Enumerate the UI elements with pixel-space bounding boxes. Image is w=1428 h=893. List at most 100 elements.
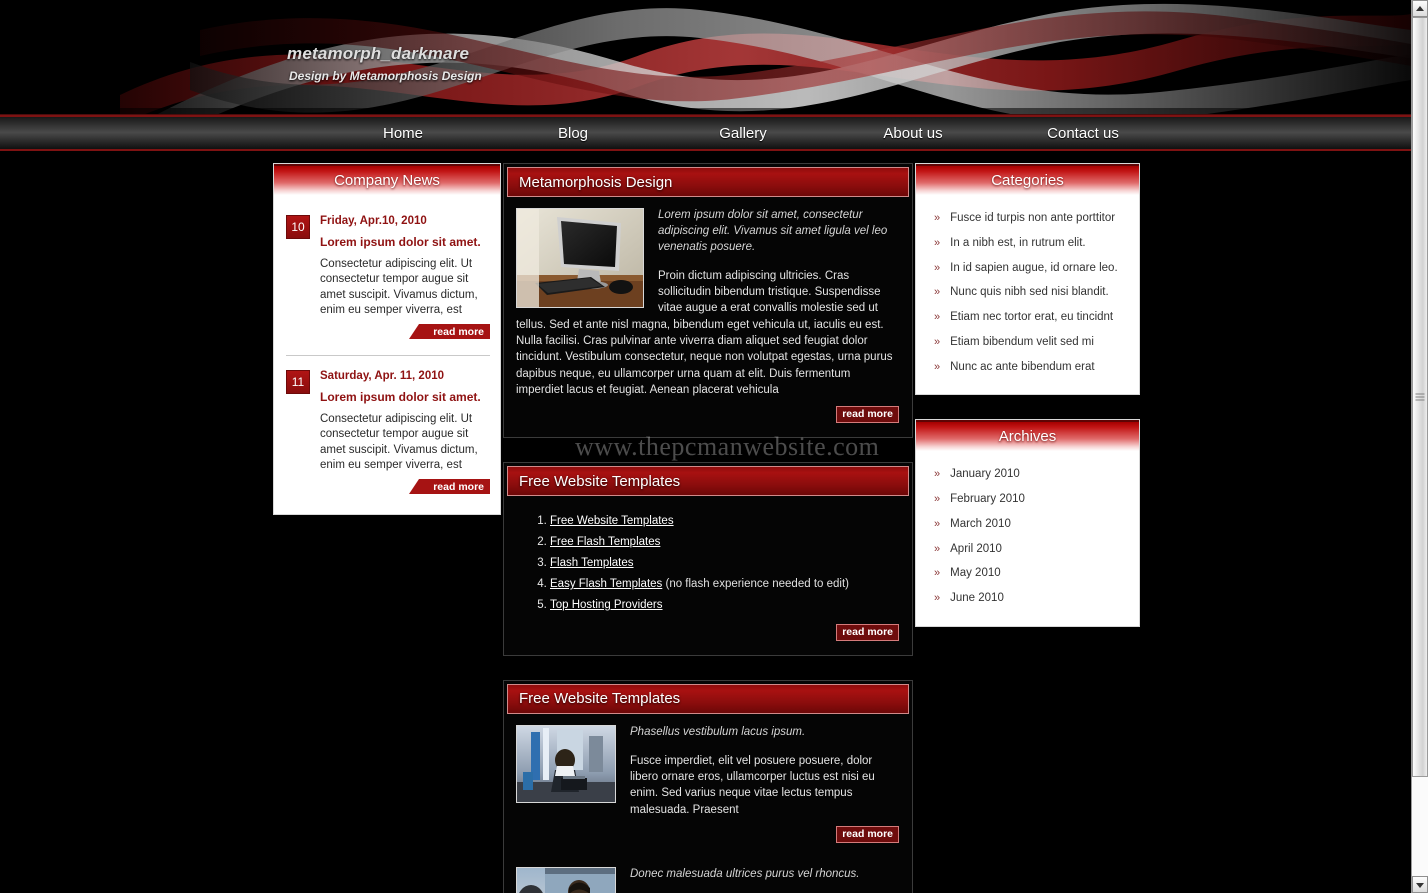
chevron-right-icon: » [934,468,941,481]
nav-item-gallery[interactable]: Gallery [658,125,828,142]
nav-item-contact-us[interactable]: Contact us [998,125,1168,142]
category-link[interactable]: Fusce id turpis non ante porttitor [950,212,1115,224]
list-item[interactable]: » In id sapien augue, id ornare leo. [928,257,1129,282]
news-row: 11 Saturday, Apr. 11, 2010 Lorem ipsum d… [286,370,490,473]
news-item: 11 Saturday, Apr. 11, 2010 Lorem ipsum d… [286,355,490,500]
news-title: Lorem ipsum dolor sit amet. [320,235,481,249]
nav-item-home[interactable]: Home [318,125,488,142]
list-item[interactable]: Flash Templates [550,553,900,574]
company-news-panel: Company News 10 Friday, Apr.10, 2010 Lor… [273,163,501,516]
category-link[interactable]: In a nibh est, in rutrum elit. [950,237,1086,249]
templates-box-heading: Free Website Templates [519,690,681,708]
nav-item-about-us[interactable]: About us [828,125,998,142]
browser-viewport: metamorph_darkmare Design by Metamorphos… [0,0,1411,893]
news-read-more-link[interactable]: read more [409,479,490,495]
brand-block: metamorph_darkmare Design by Metamorphos… [287,44,482,83]
nav-link-about-us[interactable]: About us [828,125,998,142]
list-item[interactable]: » Nunc ac ante bibendum erat [928,356,1129,381]
categories-panel: Categories » Fusce id turpis non ante por… [915,163,1140,396]
templates-link-list: Free Website Templates Free Flash Templa… [550,511,900,616]
archive-link[interactable]: January 2010 [950,468,1020,480]
list-item[interactable]: Free Website Templates [550,511,900,532]
list-item[interactable]: » In a nibh est, in rutrum elit. [928,232,1129,257]
chevron-right-icon: » [934,261,941,274]
archives-panel: Archives » January 2010 » February 2010 » M… [915,419,1140,627]
nav-link-home[interactable]: Home [318,125,488,142]
caret-up-icon [1416,5,1424,11]
nav-link-gallery[interactable]: Gallery [658,125,828,142]
chevron-right-icon: » [934,542,941,555]
link-free-flash-templates[interactable]: Free Flash Templates [550,536,660,548]
archive-link[interactable]: February 2010 [950,493,1025,505]
scrollbar-thumb[interactable] [1412,17,1428,777]
nav-link-contact-us[interactable]: Contact us [998,125,1168,142]
list-item[interactable]: » March 2010 [928,513,1129,538]
entry-read-more-button[interactable]: read more [836,826,899,844]
templates-box-body: Phasellus vestibulum lacus ipsum. Fusce … [504,714,912,893]
templates-entry: Donec malesuada ultrices purus vel rhonc… [516,867,900,893]
main-navigation[interactable]: Home Blog Gallery About us Contact us [0,115,1411,151]
category-link[interactable]: Etiam nec tortor erat, eu tincidnt [950,311,1113,323]
chevron-right-icon: » [934,567,941,580]
list-item[interactable]: » Etiam bibendum velit sed mi [928,331,1129,356]
list-item[interactable]: » Nunc quis nibh sed nisi blandit. [928,281,1129,306]
chevron-right-icon: » [934,212,941,224]
link-flash-templates[interactable]: Flash Templates [550,557,634,569]
list-item[interactable]: » April 2010 [928,538,1129,563]
nav-link-blog[interactable]: Blog [488,125,658,142]
archives-body: » January 2010 » February 2010 » March 2010… [916,451,1139,626]
site-banner: metamorph_darkmare Design by Metamorphos… [0,0,1411,115]
company-news-heading: Company News [334,172,440,189]
article-thumbnail-monitor [516,208,644,308]
nav-list: Home Blog Gallery About us Contact us [318,125,1168,142]
list-item[interactable]: » May 2010 [928,562,1129,587]
metamorphosis-design-heading: Metamorphosis Design [519,173,673,191]
list-item[interactable]: » Etiam nec tortor erat, eu tincidnt [928,306,1129,331]
link-top-hosting-providers[interactable]: Top Hosting Providers [550,599,663,611]
archive-link[interactable]: May 2010 [950,567,1001,579]
links-box-heading: Free Website Templates [519,472,681,490]
archive-link[interactable]: March 2010 [950,518,1011,530]
chevron-right-icon: » [934,517,941,530]
news-excerpt: Consectetur adipiscing elit. Ut consecte… [320,258,478,316]
article-read-more-button[interactable]: read more [836,406,899,424]
entry-thumbnail-laptop [516,724,616,803]
categories-header: Categories [916,164,1139,195]
category-link[interactable]: Nunc ac ante bibendum erat [950,361,1094,373]
metamorphosis-design-body: Lorem ipsum dolor sit amet, consectetur … [504,197,912,429]
entry-thumbnail-train [516,867,616,893]
scroll-up-button[interactable] [1412,0,1428,17]
category-link[interactable]: Etiam bibendum velit sed mi [950,336,1094,348]
nav-item-blog[interactable]: Blog [488,125,658,142]
chevron-right-icon: » [934,360,941,373]
vertical-scrollbar[interactable] [1411,0,1428,893]
list-item[interactable]: » June 2010 [928,587,1129,612]
scrollbar-track[interactable] [1412,17,1428,876]
category-link[interactable]: In id sapien augue, id ornare leo. [950,262,1118,274]
list-item[interactable]: Top Hosting Providers [550,595,900,616]
chevron-right-icon: » [934,335,941,348]
left-sidebar: Company News 10 Friday, Apr.10, 2010 Lor… [273,163,501,539]
news-day-badge: 11 [286,370,310,395]
link-easy-flash-templates[interactable]: Easy Flash Templates [550,578,662,590]
scroll-down-button[interactable] [1412,876,1428,893]
site-title: metamorph_darkmare [287,44,470,63]
list-item[interactable]: Easy Flash Templates (no flash experienc… [550,574,900,595]
archive-link[interactable]: June 2010 [950,592,1004,604]
list-item[interactable]: Free Flash Templates [550,532,900,553]
categories-list: » Fusce id turpis non ante porttitor » In … [928,207,1129,380]
list-item[interactable]: » February 2010 [928,488,1129,513]
links-box-header: Free Website Templates [507,466,909,497]
caret-down-icon [1416,882,1424,888]
list-item[interactable]: » January 2010 [928,463,1129,488]
links-box-read-more-button[interactable]: read more [836,623,899,641]
chevron-right-icon: » [934,493,941,505]
news-date: Saturday, Apr. 11, 2010 [320,370,445,383]
list-item[interactable]: » Fusce id turpis non ante porttitor [928,207,1129,232]
free-website-templates-articles-box: Free Website Templates Phasellus vestibu… [503,679,913,893]
category-link[interactable]: Nunc quis nibh sed nisi blandit. [950,286,1109,298]
archive-link[interactable]: April 2010 [950,543,1002,555]
link-free-website-templates[interactable]: Free Website Templates [550,515,674,527]
news-read-more-link[interactable]: read more [409,324,490,340]
links-box-body: Free Website Templates Free Flash Templa… [504,496,912,647]
